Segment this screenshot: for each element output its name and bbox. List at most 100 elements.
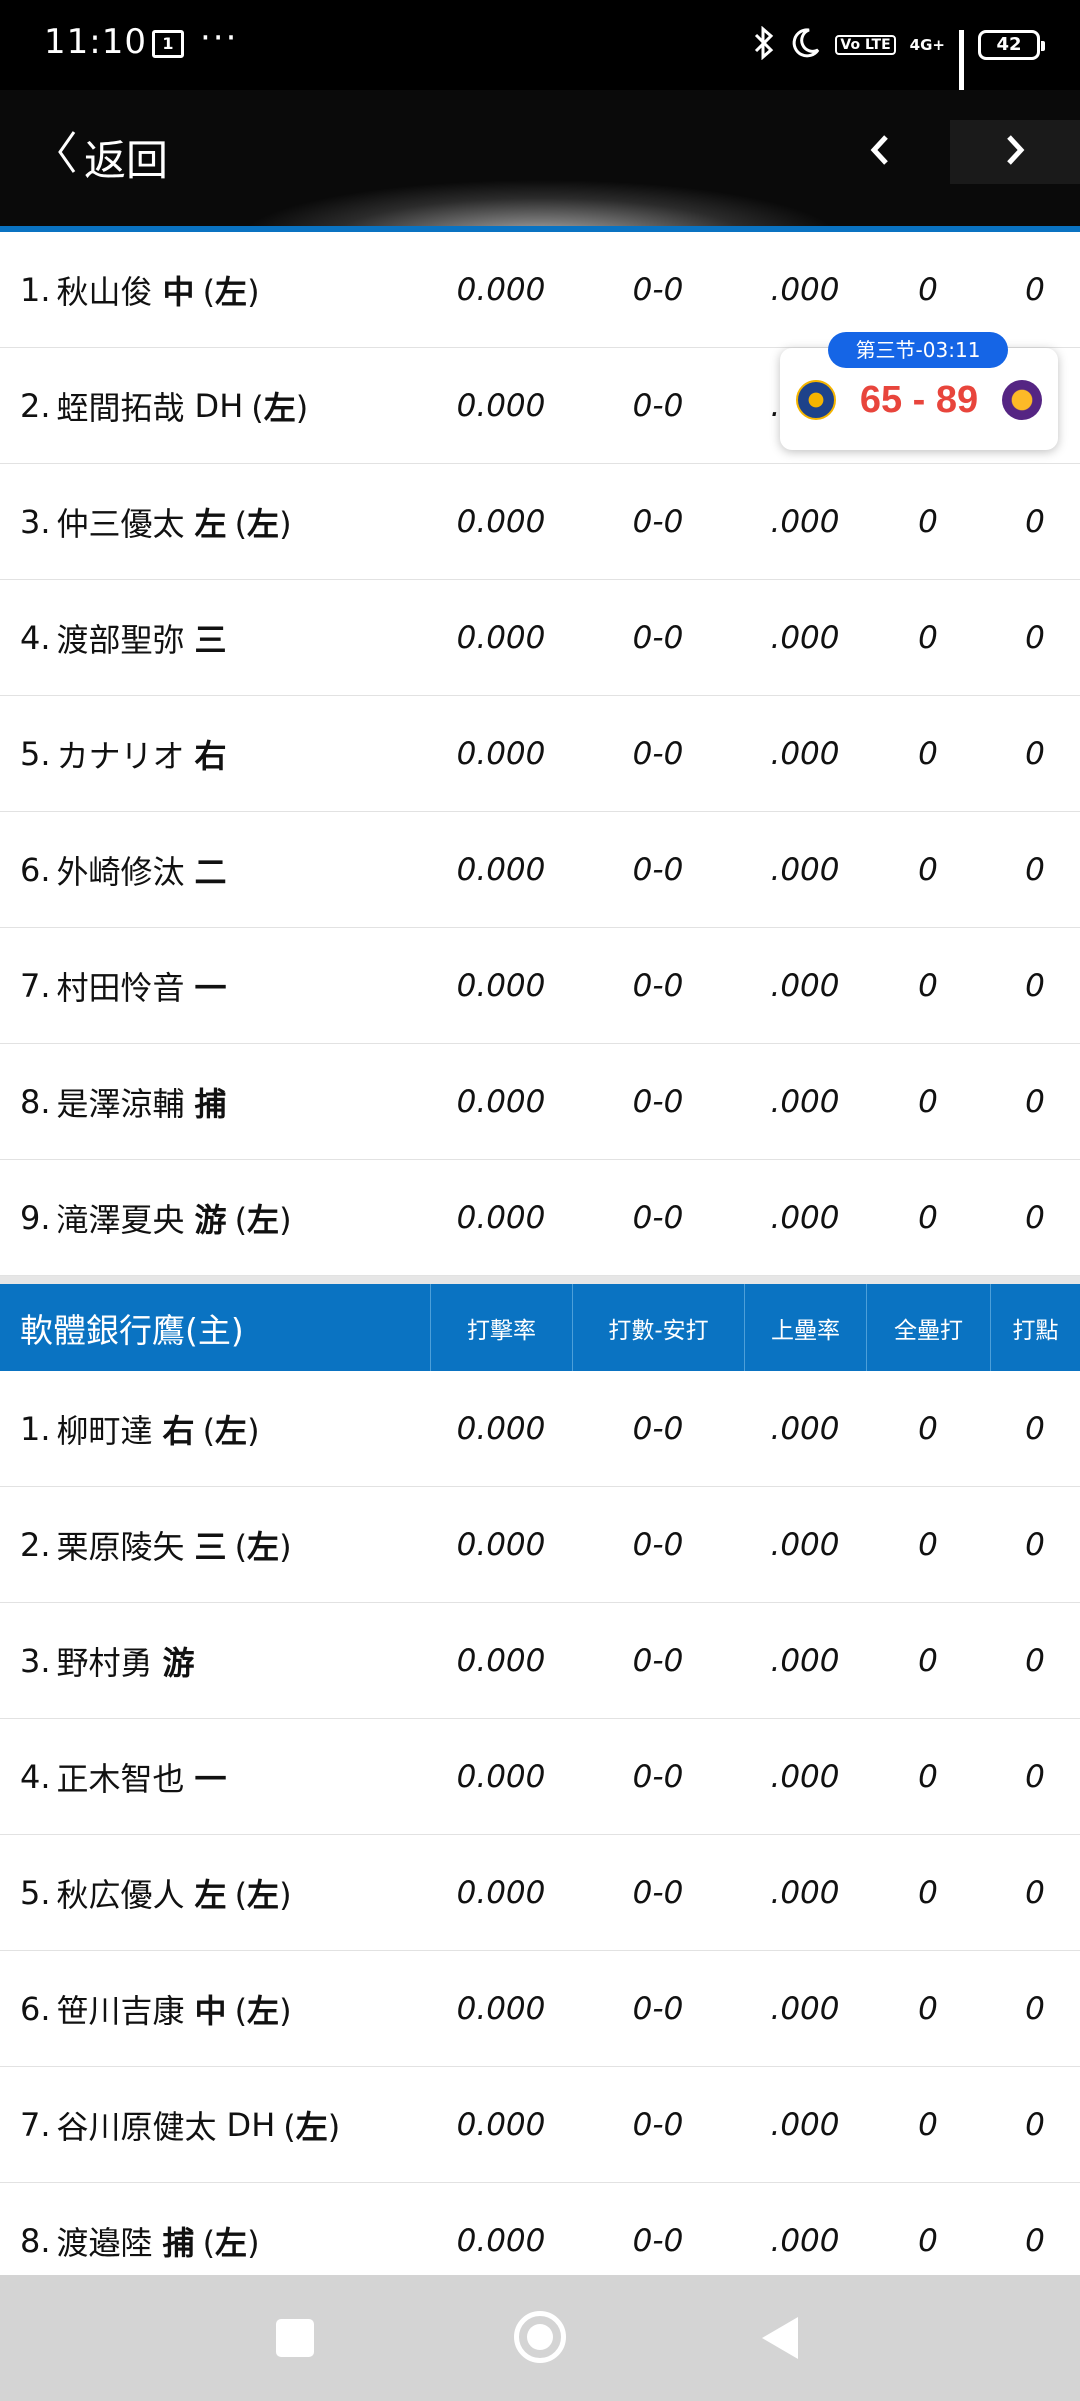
player-position: 捕 (162, 2224, 195, 2262)
home-lineup: 1. 柳町達右 (左) 0.000 0-0.000 0 0 2. 栗原陵矢三 (左) 0.000 0-… (0, 1371, 1080, 2275)
batting-hand-value: 左 (215, 2224, 248, 2262)
stat-avg: 0.000 (456, 1875, 546, 1911)
player-name: 仲三優太 (56, 505, 185, 543)
chevron-left-icon (869, 133, 891, 171)
stat-obp: .000 (770, 852, 840, 888)
player-row[interactable]: 8. 渡邉陸捕 (左) 0.000 0-0 .000 0 0 (0, 2183, 1080, 2275)
batting-hand-value: 左 (215, 1412, 248, 1450)
batting-hand: (左) (234, 1876, 292, 1914)
stat-obp: .000 (770, 2223, 840, 2259)
stat-obp: .000 (770, 272, 840, 308)
player-name-cell: 7. 谷川原健太 DH (左) (0, 2067, 430, 2183)
batting-order: 1. (20, 1410, 51, 1448)
stat-rbi: 0 (1025, 1411, 1045, 1447)
stat-obp: .000 (770, 620, 840, 656)
recents-square-icon[interactable] (276, 2319, 314, 2357)
stat-rbi: 0 (1025, 272, 1045, 308)
batting-hand-value: 左 (295, 2108, 328, 2146)
player-name-cell: 1. 柳町達右 (左) (0, 1371, 430, 1487)
stat-hr: 0 (918, 1084, 938, 1120)
stat-rbi: 0 (1025, 852, 1045, 888)
player-row[interactable]: 4. 渡部聖弥三 0.000 0-0 .000 0 0 (0, 580, 1080, 696)
live-score-widget[interactable]: 第三节-03:11 65 - 89 (780, 332, 1058, 450)
batting-hand-value: 左 (247, 1201, 280, 1239)
stat-obp: .000 (770, 1084, 840, 1120)
stat-avg: 0.000 (456, 1643, 546, 1679)
stat-obp: .000 (770, 736, 840, 772)
player-row[interactable]: 2. 栗原陵矢三 (左) 0.000 0-0 .000 0 0 (0, 1487, 1080, 1603)
stat-avg: 0.000 (456, 504, 546, 540)
stat-avg: 0.000 (456, 1759, 546, 1795)
player-row[interactable]: 5. カナリオ右 0.000 0-0 .000 0 0 (0, 696, 1080, 812)
stat-avg: 0.000 (456, 2223, 546, 2259)
player-row[interactable]: 6. 外崎修汰二 0.000 0-0 .000 0 0 (0, 812, 1080, 928)
lakers-logo-icon (1002, 380, 1042, 420)
back-button[interactable]: 返回 (56, 122, 168, 192)
batting-order: 9. (20, 1199, 51, 1237)
player-name-cell: 6. 外崎修汰二 (0, 812, 430, 928)
stat-ab-h: 0-0 (632, 1875, 684, 1911)
bluetooth-icon (753, 25, 775, 64)
stat-rbi: 0 (1025, 1875, 1045, 1911)
player-position: DH (226, 2106, 276, 2144)
player-row[interactable]: 8. 是澤涼輔捕 0.000 0-0 .000 0 0 (0, 1044, 1080, 1160)
stat-obp: .000 (770, 1527, 840, 1563)
stat-avg: 0.000 (456, 1200, 546, 1236)
player-row[interactable]: 1. 柳町達右 (左) 0.000 0-0 .000 0 0 (0, 1371, 1080, 1487)
stat-rbi: 0 (1025, 2107, 1045, 2143)
stat-hr: 0 (918, 504, 938, 540)
player-position: 中 (162, 273, 195, 311)
batting-order: 4. (20, 1758, 51, 1796)
col-header-obp: 上壘率 (744, 1284, 866, 1371)
batting-hand: (左) (283, 2108, 341, 2146)
player-row[interactable]: 1. 秋山俊中 (左) 0.000 0-0 .000 0 0 (0, 232, 1080, 348)
back-triangle-icon[interactable] (762, 2317, 798, 2359)
stat-avg: 0.000 (456, 1411, 546, 1447)
player-row[interactable]: 3. 野村勇游 0.000 0-0 .000 0 0 (0, 1603, 1080, 1719)
player-position: 左 (194, 1876, 227, 1914)
moon-icon (789, 26, 821, 64)
stat-hr: 0 (918, 968, 938, 1004)
player-position: 三 (194, 621, 227, 659)
batting-order: 5. (20, 1874, 51, 1912)
batting-hand-value: 左 (263, 389, 296, 427)
chevron-right-icon (1004, 133, 1026, 171)
box-score[interactable]: 1. 秋山俊中 (左) 0.000 0-0.000 0 0 2. 蛭間拓哉 DH (左) 0.000 0… (0, 232, 1080, 2275)
player-name: 蛭間拓哉 (56, 389, 185, 427)
system-nav-bar (0, 2275, 1080, 2401)
stat-ab-h: 0-0 (632, 1527, 684, 1563)
player-row[interactable]: 5. 秋広優人左 (左) 0.000 0-0.000 0 0 (0, 1835, 1080, 1951)
previous-button[interactable] (840, 120, 920, 184)
stat-ab-h: 0-0 (632, 388, 684, 424)
player-row[interactable]: 9. 滝澤夏央游 (左) 0.000 0-0 .000 0 0 (0, 1160, 1080, 1276)
player-row[interactable]: 7. 谷川原健太 DH (左) 0.000 0-0 .000 0 0 (0, 2067, 1080, 2183)
player-position: 游 (162, 1644, 195, 1682)
stat-ab-h: 0-0 (632, 272, 684, 308)
batting-order: 6. (20, 851, 51, 889)
home-circle-icon[interactable] (514, 2311, 566, 2363)
player-name-cell: 3. 野村勇游 (0, 1603, 430, 1719)
player-name-cell: 5. 秋広優人左 (左) (0, 1835, 430, 1951)
player-name: 野村勇 (56, 1644, 153, 1682)
stat-obp: .000 (770, 1643, 840, 1679)
player-name-cell: 4. 正木智也一 (0, 1719, 430, 1835)
signal-icon (959, 30, 964, 123)
player-name: 外崎修汰 (56, 853, 185, 891)
stat-obp: .000 (770, 1200, 840, 1236)
batting-order: 7. (20, 967, 51, 1005)
player-row[interactable]: 7. 村田怜音一 0.000 0-0 .000 0 0 (0, 928, 1080, 1044)
player-name-cell: 2. 栗原陵矢三 (左) (0, 1487, 430, 1603)
next-button[interactable] (950, 120, 1080, 184)
home-team-header: 軟體銀行鷹(主) 打擊率 打數-安打 上壘率 全壘打 打點 (0, 1284, 1080, 1371)
stat-hr: 0 (918, 1200, 938, 1236)
player-position: 游 (194, 1201, 227, 1239)
stat-ab-h: 0-0 (632, 1200, 684, 1236)
stat-avg: 0.000 (456, 736, 546, 772)
stat-avg: 0.000 (456, 2107, 546, 2143)
player-row[interactable]: 3. 仲三優太左 (左) 0.000 0-0.000 0 0 (0, 464, 1080, 580)
player-row[interactable]: 4. 正木智也一 0.000 0-0 .000 0 0 (0, 1719, 1080, 1835)
stat-avg: 0.000 (456, 272, 546, 308)
player-row[interactable]: 6. 笹川吉康中 (左) 0.000 0-0 .000 0 0 (0, 1951, 1080, 2067)
player-name: 柳町達 (56, 1412, 153, 1450)
player-name: 滝澤夏央 (56, 1201, 185, 1239)
